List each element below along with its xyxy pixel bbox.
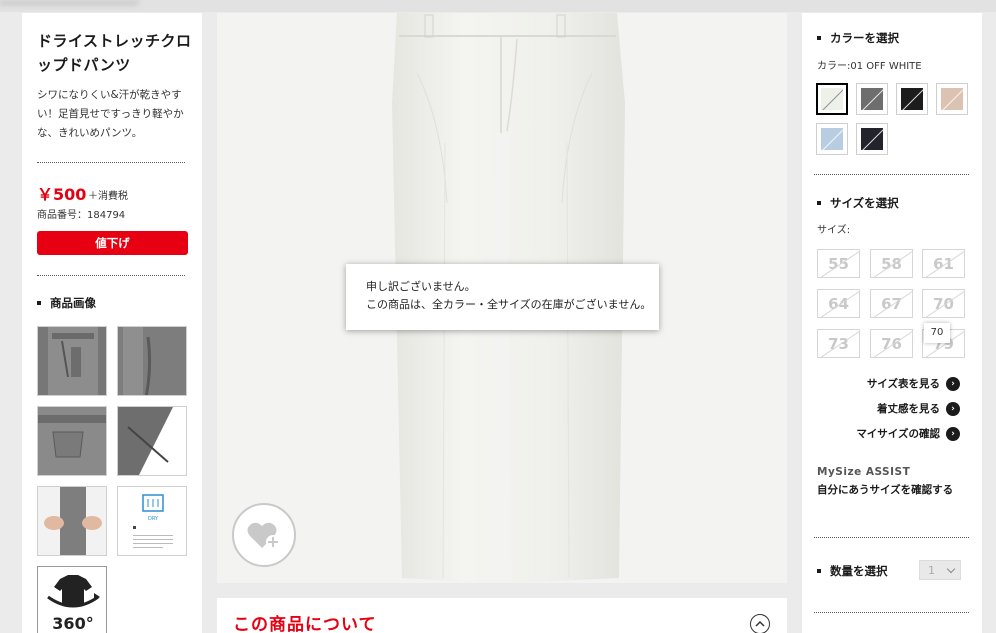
size-chart-link[interactable]: サイズ表を見る ›	[867, 376, 960, 391]
quantity-heading: 数量を選択	[817, 563, 888, 579]
product-code: 商品番号：184794	[37, 210, 126, 221]
heart-plus-icon	[247, 522, 280, 549]
images-heading: 商品画像	[37, 295, 96, 311]
sale-badge: 値下げ	[37, 231, 188, 255]
size-option-76[interactable]: 76	[870, 329, 913, 358]
color-heading: カラーを選択	[817, 30, 899, 46]
size-option-67[interactable]: 67	[870, 289, 913, 318]
size-option-55[interactable]: 55	[817, 249, 860, 278]
product-description: シワになりくい&汗が乾きやすい！足首見せですっきり軽やかな、きれいめパンツ。	[37, 89, 184, 139]
my-size-link[interactable]: マイサイズの確認 ›	[856, 426, 960, 441]
product-price: ￥500	[37, 185, 87, 204]
chevron-right-icon: ›	[946, 401, 960, 416]
add-favorite-button[interactable]	[232, 503, 296, 567]
thumbnail-pocket[interactable]	[117, 326, 187, 396]
color-swatch-beige[interactable]	[936, 83, 968, 115]
thumbnail-360-view[interactable]: 360°	[37, 566, 107, 633]
tax-label: ＋消費税	[88, 191, 128, 202]
size-heading: サイズを選択	[817, 195, 899, 211]
chevron-down-icon	[946, 564, 956, 574]
size-option-64[interactable]: 64	[817, 289, 860, 318]
color-swatch-navy[interactable]	[856, 123, 888, 155]
product-info-panel: ドライストレッチクロップドパンツ シワになりくい&汗が乾きやすい！足首見せですっ…	[22, 13, 202, 633]
divider	[814, 537, 969, 538]
divider	[814, 174, 969, 175]
divider	[37, 162, 185, 163]
purchase-options-panel: カラーを選択 カラー:01 OFF WHITE サイズを選択 サイズ: 55 5…	[802, 13, 982, 633]
thumbnail-hem[interactable]	[117, 406, 187, 476]
color-swatch-gray[interactable]	[856, 83, 888, 115]
top-bar	[0, 0, 996, 12]
product-title: ドライストレッチクロップドパンツ	[37, 32, 192, 74]
color-swatch-light-blue[interactable]	[816, 123, 848, 155]
size-tooltip: 70	[924, 323, 950, 343]
fit-view-link[interactable]: 着丈感を見る ›	[877, 401, 960, 416]
chevron-right-icon: ›	[946, 376, 960, 391]
chevron-right-icon: ›	[946, 426, 960, 441]
out-of-stock-notice: 申し訳ございません。 この商品は、全カラー・全サイズの在庫がございません。	[346, 264, 659, 330]
about-title: この商品について	[233, 615, 377, 633]
size-option-58[interactable]: 58	[870, 249, 913, 278]
thumbnail-stretch[interactable]	[37, 486, 107, 556]
mysize-assist-link[interactable]: 自分にあうサイズを確認する	[817, 482, 953, 497]
thumbnail-dry-tag[interactable]: DRY	[117, 486, 187, 556]
chevron-up-icon	[755, 620, 765, 627]
size-option-70[interactable]: 70	[922, 289, 965, 318]
view-360-icon: 360°	[38, 567, 106, 633]
color-swatch-black[interactable]	[896, 83, 928, 115]
dry-label: DRY	[148, 516, 159, 522]
mysize-assist-logo[interactable]: MySize ASSIST	[817, 466, 910, 478]
thumbnail-waist[interactable]	[37, 326, 107, 396]
size-label: サイズ:	[817, 225, 851, 236]
size-option-73[interactable]: 73	[817, 329, 860, 358]
divider	[37, 275, 185, 276]
quantity-select[interactable]: 1	[919, 560, 961, 580]
about-product-section: この商品について	[217, 598, 787, 633]
notice-line-2: この商品は、全カラー・全サイズの在庫がございません。	[366, 298, 652, 311]
divider	[814, 612, 969, 613]
size-option-61[interactable]: 61	[922, 249, 965, 278]
selected-color-label: カラー:01 OFF WHITE	[817, 61, 922, 72]
notice-line-1: 申し訳ございません。	[366, 280, 476, 293]
color-swatch-off-white[interactable]	[816, 83, 848, 115]
view-360-label: 360°	[52, 614, 93, 633]
expand-about-button[interactable]	[750, 614, 770, 633]
thumbnail-back-pocket[interactable]	[37, 406, 107, 476]
